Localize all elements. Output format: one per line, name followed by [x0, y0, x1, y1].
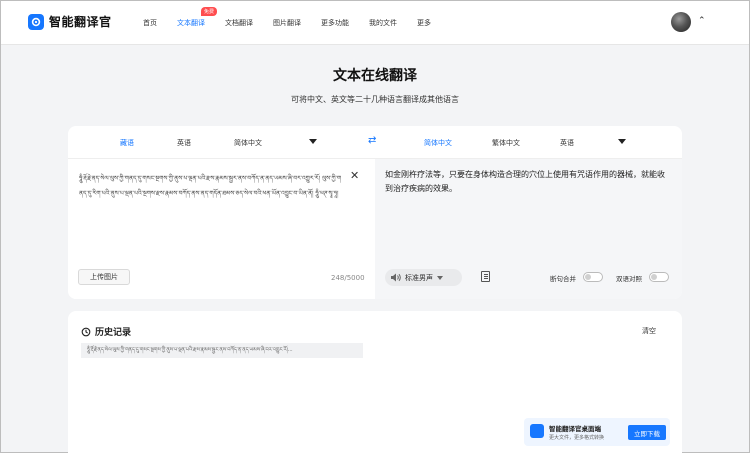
free-badge: 免费	[201, 7, 218, 16]
source-lang-dropdown-icon[interactable]	[309, 139, 317, 144]
user-avatar[interactable]	[671, 12, 691, 32]
nav-item-more[interactable]: 更多	[417, 18, 431, 28]
history-title: 历史记录	[95, 328, 132, 338]
nav-item-my-files[interactable]: 我的文件	[369, 18, 397, 28]
voice-select[interactable]: 标准男声	[385, 269, 462, 286]
promo-subtitle: 更大文件，更多格式转换	[549, 435, 605, 441]
nav-item-home[interactable]: 首页	[143, 18, 157, 28]
history-card: 历史记录 清空 ཧཱུྃ་རྡོ་རྗེ་ནད་སེལ་ལུས་ཀྱི་གནད་…	[68, 311, 682, 453]
target-lang-dropdown-icon[interactable]	[618, 139, 626, 144]
history-item[interactable]: ཧཱུྃ་རྡོ་རྗེ་ནད་སེལ་ལུས་ཀྱི་གནད་དུ་གསང་ས…	[81, 343, 363, 358]
upload-image-button[interactable]: 上传图片	[78, 269, 130, 285]
brand-logo[interactable]: 智能翻译官	[28, 13, 112, 30]
top-nav: 智能翻译官 首页 文本翻译 免费 文档翻译 图片翻译 更多功能 我的文件 更多 …	[1, 1, 749, 45]
source-lang-simplified-chinese[interactable]: 简体中文	[234, 138, 262, 148]
target-lang-simplified-chinese[interactable]: 简体中文	[424, 138, 452, 148]
nav-item-image-translate[interactable]: 图片翻译	[273, 18, 301, 28]
brand-name: 智能翻译官	[49, 15, 112, 29]
desktop-app-promo: 智能翻译官桌面端 更大文件，更多格式转换 立即下载	[524, 418, 670, 446]
nav-menu: 首页 文本翻译 免费 文档翻译 图片翻译 更多功能 我的文件 更多	[143, 1, 451, 45]
target-lang-traditional-chinese[interactable]: 繁体中文	[492, 138, 520, 148]
promo-title: 智能翻译官桌面端	[549, 425, 601, 433]
speaker-icon[interactable]	[390, 273, 401, 282]
chevron-up-icon[interactable]: ⌃	[698, 16, 706, 26]
target-lang-english[interactable]: 英语	[560, 138, 574, 148]
history-icon	[81, 327, 91, 336]
source-panel: ཧཱུྃ་རྡོ་རྗེ་ནད་སེལ་ལུས་ཀྱི་གནད་དུ་གསང་ས…	[68, 159, 375, 299]
bilingual-toggle[interactable]	[649, 272, 669, 282]
language-bar: 藏语 英语 简体中文 ⇄ 简体中文 繁体中文 英语	[68, 126, 682, 159]
sentence-merge-toggle[interactable]	[583, 272, 603, 282]
source-lang-english[interactable]: 英语	[177, 138, 191, 148]
target-panel: 如金刚杵疗法等，只要在身体构造合理的穴位上使用有咒语作用的器械，就能收到治疗疾病…	[375, 159, 682, 299]
char-count: 248/5000	[331, 274, 365, 282]
source-text-input[interactable]: ཧཱུྃ་རྡོ་རྗེ་ནད་སེལ་ལུས་ཀྱི་གནད་དུ་གསང་ས…	[79, 171, 344, 201]
history-header: 历史记录	[81, 325, 131, 338]
desktop-app-icon	[530, 424, 544, 438]
clear-history-button[interactable]: 清空	[642, 326, 656, 336]
translator-card: 藏语 英语 简体中文 ⇄ 简体中文 繁体中文 英语 ཧཱུྃ་རྡོ་རྗེ་ན…	[68, 126, 682, 299]
voice-dropdown-icon	[437, 275, 443, 280]
source-lang-tibetan[interactable]: 藏语	[120, 138, 134, 148]
nav-item-doc-translate[interactable]: 文档翻译	[225, 18, 253, 28]
page-title: 文本在线翻译	[333, 68, 417, 84]
clear-text-icon[interactable]: ✕	[350, 169, 359, 182]
nav-item-text-translate[interactable]: 文本翻译 免费	[177, 7, 218, 28]
nav-item-label: 文本翻译	[177, 19, 205, 27]
translated-text: 如金刚杵疗法等，只要在身体构造合理的穴位上使用有咒语作用的器械，就能收到治疗疾病…	[385, 170, 665, 193]
swap-languages-icon[interactable]: ⇄	[368, 135, 376, 146]
voice-label: 标准男声	[405, 273, 433, 282]
nav-item-more-features[interactable]: 更多功能	[321, 18, 349, 28]
copy-icon[interactable]	[481, 271, 490, 282]
brand-icon	[28, 13, 44, 30]
download-button[interactable]: 立即下载	[628, 425, 666, 440]
bilingual-label: 双语对照	[616, 275, 642, 283]
sentence-merge-label: 断句合并	[550, 275, 576, 283]
page-subtitle: 可将中文、英文等二十几种语言翻译成其他语言	[291, 95, 459, 104]
